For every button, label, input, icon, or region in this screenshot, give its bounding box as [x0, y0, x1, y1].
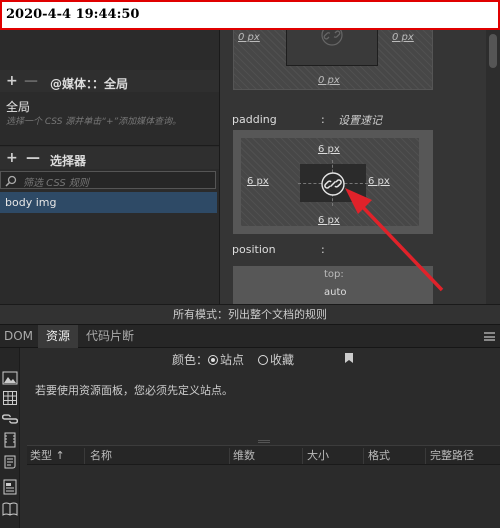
properties-scrollbar[interactable]: [486, 30, 500, 304]
radio-favorites[interactable]: [258, 355, 269, 365]
assets-message: 若要使用资源面板，您必须先定义站点。: [35, 384, 233, 397]
scripts-icon[interactable]: [2, 454, 18, 470]
media-icon[interactable]: [2, 432, 18, 448]
colors-icon[interactable]: [2, 390, 18, 406]
css-properties-panel: 0 px 0 px 0 px padding : 设置速记 6 px 6 px …: [219, 30, 500, 304]
filter-placeholder: 筛选 CSS 规则: [23, 178, 89, 189]
radio-site-label[interactable]: 站点: [220, 353, 244, 367]
margin-bottom-value[interactable]: 0 px: [318, 75, 340, 86]
padding-colon: :: [321, 113, 325, 126]
margin-right-value[interactable]: 0 px: [392, 32, 414, 43]
panel-tabs: DOM 资源 代码片断: [0, 324, 500, 348]
media-label: @媒体：：全局: [50, 77, 129, 91]
status-bar: 所有模式：列出整个文档的规则: [0, 304, 500, 324]
css-designer-left: + — @媒体：：全局 全局 选择一个 CSS 源并单击“+”添加媒体查询。 +…: [0, 30, 219, 304]
padding-bottom-value[interactable]: 6 px: [318, 215, 340, 226]
padding-shorthand[interactable]: 设置速记: [338, 112, 382, 128]
position-colon: :: [321, 243, 325, 256]
padding-top-value[interactable]: 6 px: [318, 144, 340, 155]
margin-left-value[interactable]: 0 px: [238, 32, 260, 43]
global-media-item[interactable]: 全局: [6, 98, 30, 115]
app-window: 2020-4-4 19:44:50 + — @媒体：：全局 全局 选择一个 CS…: [0, 0, 500, 528]
selector-header: + — 选择器: [0, 147, 219, 169]
assets-table-header: 类型 ↑ 名称 维数 大小 格式 完整路径: [27, 445, 500, 465]
selector-label: 选择器: [50, 154, 87, 168]
link-icon[interactable]: [321, 30, 343, 46]
column-size[interactable]: 大小: [304, 448, 364, 464]
splitter-handle[interactable]: [258, 440, 270, 443]
position-label: position: [232, 243, 276, 256]
color-scope-row: 颜色： 站点 收藏: [172, 351, 294, 368]
library-icon[interactable]: [2, 501, 18, 517]
tab-dom[interactable]: DOM: [0, 325, 37, 348]
tab-assets[interactable]: 资源: [38, 325, 78, 348]
timestamp-bar: 2020-4-4 19:44:50: [0, 0, 500, 30]
column-name[interactable]: 名称: [87, 448, 230, 464]
urls-icon[interactable]: [2, 411, 18, 427]
padding-right-value[interactable]: 6 px: [368, 176, 390, 187]
images-icon[interactable]: [2, 370, 18, 386]
timestamp-text: 2020-4-4 19:44:50: [6, 7, 140, 22]
selector-text: body img: [5, 196, 57, 209]
padding-label: padding: [232, 113, 277, 126]
selector-item-body-img[interactable]: body img: [0, 192, 217, 213]
column-dimensions[interactable]: 维数: [230, 448, 303, 464]
link-padding-icon[interactable]: [321, 172, 345, 196]
media-hint: 选择一个 CSS 源并单击“+”添加媒体查询。: [6, 117, 182, 127]
bookmark-icon[interactable]: [345, 353, 353, 363]
padding-left-value[interactable]: 6 px: [247, 176, 269, 187]
tab-snippets[interactable]: 代码片断: [80, 325, 140, 348]
add-selector-button[interactable]: +: [6, 150, 18, 166]
search-icon: [5, 175, 17, 187]
templates-icon[interactable]: [2, 479, 18, 495]
color-label: 颜色：: [172, 353, 209, 367]
column-full-path[interactable]: 完整路径: [427, 448, 500, 464]
panel-menu-icon[interactable]: [484, 332, 495, 341]
add-media-button[interactable]: +: [6, 73, 18, 89]
scrollbar-thumb[interactable]: [489, 34, 497, 68]
remove-selector-button[interactable]: —: [26, 150, 40, 166]
radio-site[interactable]: [208, 355, 219, 365]
column-format[interactable]: 格式: [365, 448, 426, 464]
media-header: + — @媒体：：全局: [0, 70, 219, 92]
radio-favorites-label[interactable]: 收藏: [270, 353, 294, 367]
column-type[interactable]: 类型 ↑: [27, 448, 85, 464]
top-label: top:: [324, 269, 344, 280]
filter-css-input[interactable]: 筛选 CSS 规则: [0, 171, 216, 189]
assets-panel: 颜色： 站点 收藏 若要使用资源面板，您必须先定义站点。 类型 ↑ 名称 维数 大小…: [0, 348, 500, 528]
asset-type-toolbar: [0, 348, 20, 528]
remove-media-button[interactable]: —: [24, 73, 38, 89]
top-value[interactable]: auto: [324, 287, 347, 298]
